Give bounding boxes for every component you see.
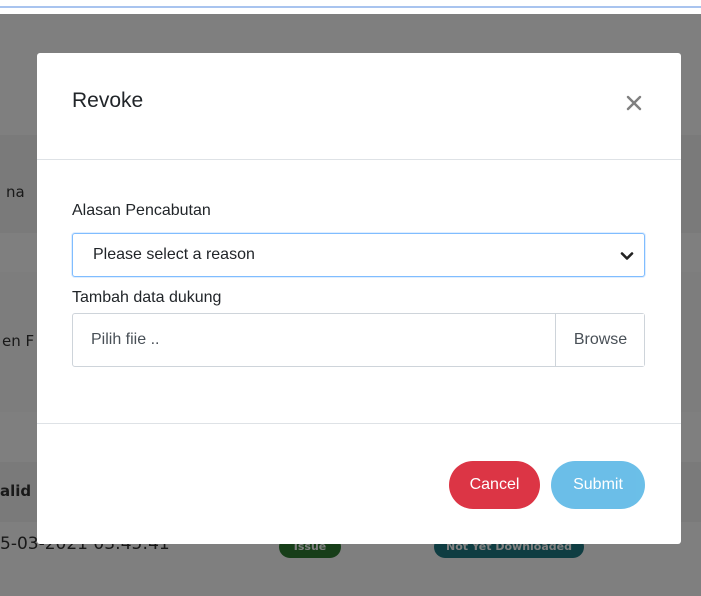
top-accent-line xyxy=(0,6,701,8)
cancel-button[interactable]: Cancel xyxy=(449,461,540,509)
file-upload-group: Pilih fiie .. Browse xyxy=(72,313,645,367)
browse-button[interactable]: Browse xyxy=(555,314,644,366)
modal-header: Revoke xyxy=(37,53,681,160)
chevron-down-icon xyxy=(620,252,634,260)
support-data-label: Tambah data dukung xyxy=(72,289,222,306)
modal-body: Alasan Pencabutan Please select a reason… xyxy=(37,161,681,423)
revoke-modal: Revoke Alasan Pencabutan Please select a… xyxy=(37,53,681,544)
reason-select[interactable]: Please select a reason xyxy=(72,233,645,277)
browse-button-label: Browse xyxy=(573,331,628,348)
close-button[interactable] xyxy=(622,91,646,115)
reason-select-value: Please select a reason xyxy=(93,246,255,263)
modal-footer: Cancel Submit xyxy=(37,423,681,544)
reason-label: Alasan Pencabutan xyxy=(72,202,211,219)
file-input[interactable]: Pilih fiie .. xyxy=(73,314,555,366)
close-icon xyxy=(626,95,642,111)
file-input-placeholder: Pilih fiie .. xyxy=(91,331,160,348)
submit-button[interactable]: Submit xyxy=(551,461,645,509)
modal-title: Revoke xyxy=(72,89,144,112)
